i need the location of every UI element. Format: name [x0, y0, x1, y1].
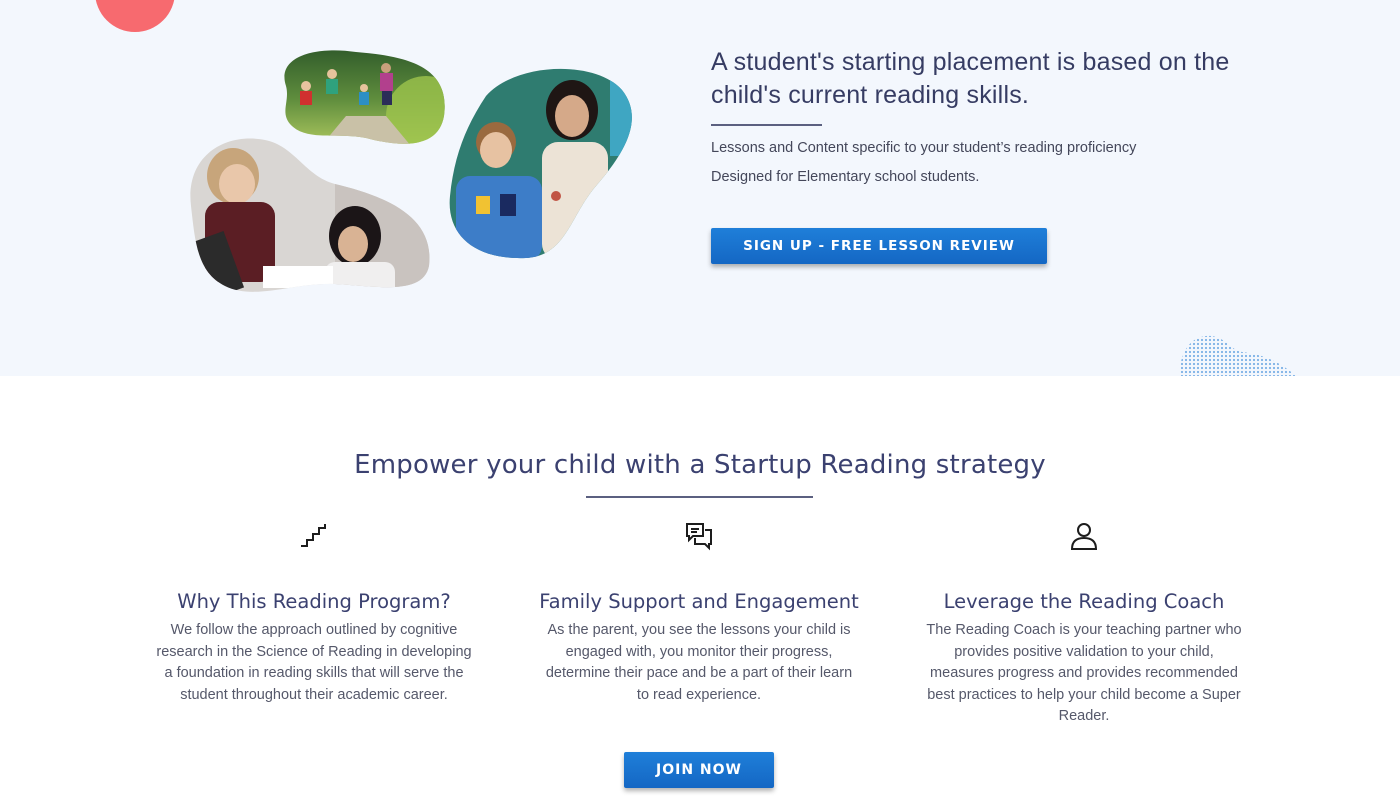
- hero-section: A student's starting placement is based …: [0, 0, 1400, 376]
- heading-underline: [711, 124, 822, 126]
- feature-title: Why This Reading Program?: [177, 590, 451, 613]
- feature-title: Leverage the Reading Coach: [943, 590, 1225, 613]
- two-students-photo: [446, 66, 634, 260]
- join-now-button[interactable]: JOIN NOW: [624, 752, 774, 788]
- section-title: Empower your child with a Startup Readin…: [354, 450, 1046, 480]
- feature-title: Family Support and Engagement: [539, 590, 859, 613]
- person-icon: [1070, 523, 1098, 550]
- hero-line-proficiency: Lessons and Content specific to your stu…: [711, 140, 1137, 156]
- feature-description: As the parent, you see the lessons your …: [545, 622, 853, 703]
- feature-description: The Reading Coach is your teaching partn…: [926, 622, 1242, 724]
- hero-line-audience: Designed for Elementary school students.: [711, 169, 980, 185]
- stairs-icon: [301, 524, 326, 547]
- signup-free-lesson-button[interactable]: SIGN UP - FREE LESSON REVIEW: [711, 228, 1047, 264]
- feature-reading-coach: Leverage the Reading Coach The Reading C…: [919, 520, 1249, 728]
- hero-heading: A student's starting placement is based …: [711, 48, 1230, 109]
- decorative-dot-cloud: [1179, 335, 1300, 376]
- feature-reading-program: Why This Reading Program? We follow the …: [149, 520, 479, 706]
- feature-description: We follow the approach outlined by cogni…: [156, 622, 472, 703]
- feature-family-support: Family Support and Engagement As the par…: [534, 520, 864, 706]
- hero-copy: A student's starting placement is based …: [711, 46, 1271, 185]
- chat-bubbles-icon: [686, 523, 712, 551]
- section-title-underline: [586, 496, 813, 498]
- tutor-with-student-photo: [185, 136, 431, 296]
- decorative-coral-circle: [95, 0, 175, 32]
